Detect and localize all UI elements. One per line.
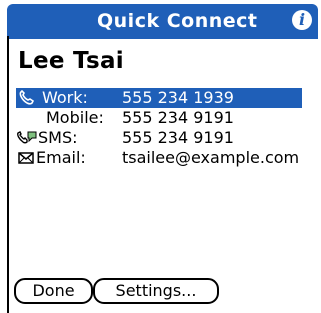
title-underline [7,36,318,39]
entry-value: 555 234 1939 [122,88,234,107]
entry-value: tsailee@example.com [122,148,300,167]
done-button[interactable]: Done [14,278,93,304]
phone-icon [19,90,35,105]
window-border [7,36,9,313]
sms-icon [17,131,37,144]
entry-label: Email: [36,148,86,167]
entry-sms[interactable]: SMS: 555 234 9191 [16,128,302,148]
settings-button[interactable]: Settings... [93,278,219,304]
envelope-icon [18,152,34,164]
entry-value: 555 234 9191 [122,128,234,147]
entry-email[interactable]: Email: tsailee@example.com [16,148,302,168]
entry-mobile[interactable]: Mobile: 555 234 9191 [16,108,302,128]
app-title: Quick Connect [97,10,258,32]
entry-label: Work: [42,88,88,107]
title-bar: Quick Connect i [7,4,318,36]
info-icon[interactable]: i [292,10,312,30]
entry-value: 555 234 9191 [122,108,234,127]
entry-label: SMS: [38,128,78,147]
contact-name: Lee Tsai [18,48,124,74]
entry-label: Mobile: [46,108,104,127]
entry-work[interactable]: Work: 555 234 1939 [16,88,302,108]
